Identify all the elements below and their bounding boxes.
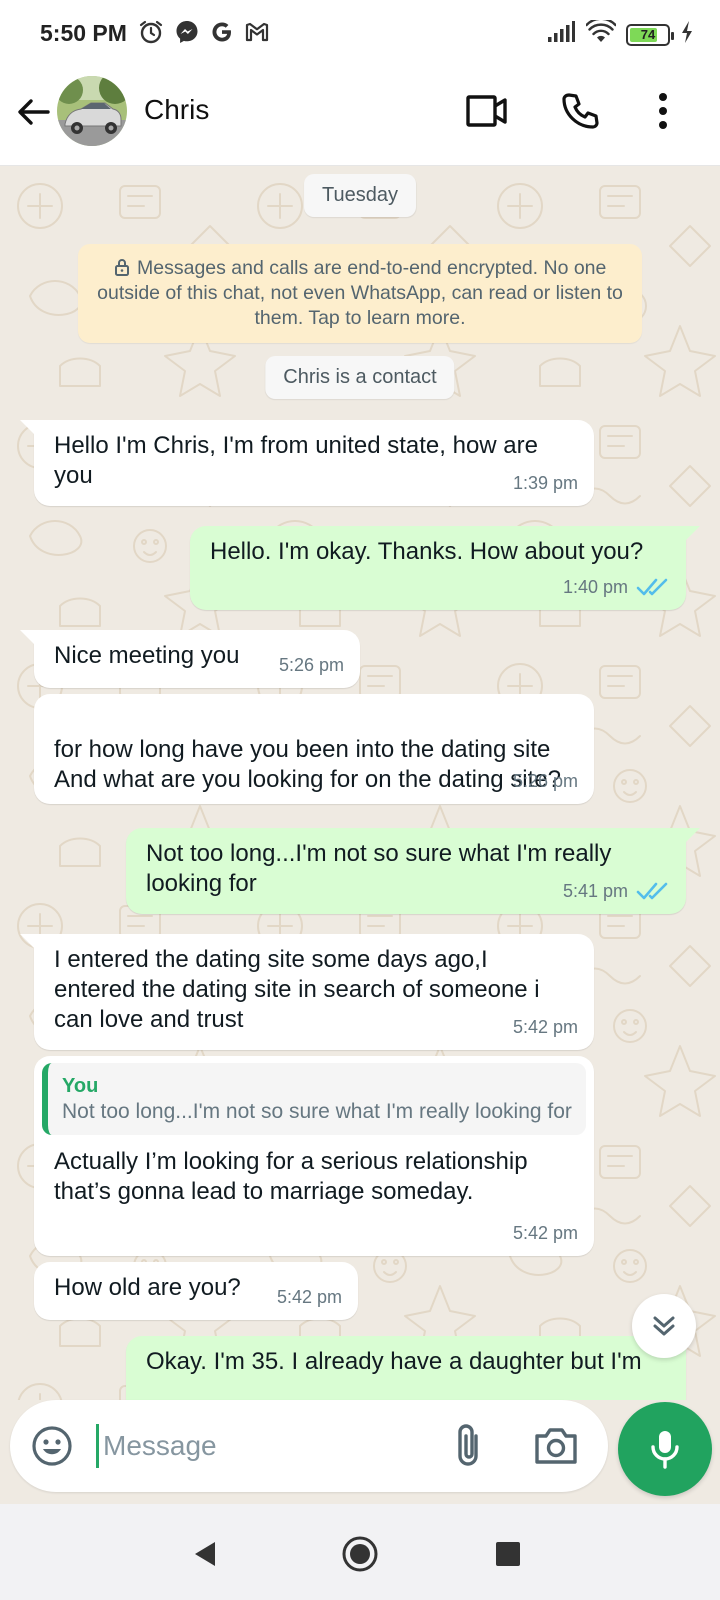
- nav-home-button[interactable]: [338, 1532, 382, 1576]
- message-composer: [10, 1400, 608, 1492]
- messenger-icon: [174, 19, 200, 50]
- charging-icon: [680, 20, 694, 49]
- message-time: 5:26 pm: [512, 771, 578, 791]
- message-time: 5:42 pm: [512, 1017, 578, 1037]
- contact-notice: Chris is a contact: [265, 356, 455, 399]
- message-time: 1:40 pm: [562, 577, 628, 597]
- wifi-icon: [585, 17, 617, 49]
- message-time: 5:42 pm: [512, 1223, 578, 1243]
- battery-icon: 74: [626, 23, 674, 46]
- attach-button[interactable]: [450, 1422, 490, 1475]
- message-bubble-outgoing[interactable]: Hello. I'm okay. Thanks. How about you? …: [190, 526, 700, 610]
- message-time: 5:41 pm: [562, 881, 628, 901]
- message-text: How old are you?: [54, 1274, 241, 1301]
- back-button[interactable]: [14, 92, 54, 132]
- voice-call-button[interactable]: [557, 88, 603, 134]
- read-ticks-icon: [636, 578, 668, 596]
- chat-area[interactable]: Tuesday Messages and calls are end-to-en…: [0, 166, 720, 1400]
- message-text: Nice meeting you: [54, 642, 240, 669]
- message-text: Hello I'm Chris, I'm from united state, …: [54, 432, 538, 489]
- message-time: 5:26 pm: [278, 655, 344, 675]
- voice-message-button[interactable]: [618, 1402, 712, 1496]
- back-arrow-icon: [18, 99, 50, 125]
- battery-level: 74: [640, 27, 656, 42]
- mic-icon: [651, 1431, 679, 1469]
- message-text: I entered the dating site some days ago,…: [54, 946, 540, 1033]
- double-chevron-down-icon: [653, 1316, 675, 1336]
- nav-back-button[interactable]: [184, 1532, 228, 1576]
- lock-icon: [114, 259, 129, 276]
- attach-icon: [458, 1424, 478, 1466]
- message-bubble-outgoing[interactable]: Okay. I'm 35. I already have a daughter …: [126, 1336, 686, 1400]
- message-text: Actually I’m looking for a serious relat…: [54, 1148, 528, 1205]
- nav-recents-button[interactable]: [486, 1532, 530, 1576]
- voice-call-icon: [562, 93, 599, 129]
- status-time: 5:50 PM: [40, 20, 127, 46]
- message-bubble-incoming[interactable]: Nice meeting you 5:26 pm: [20, 630, 360, 688]
- encryption-notice[interactable]: Messages and calls are end-to-end encryp…: [78, 244, 642, 343]
- status-bar: 5:50 PM 74: [0, 0, 720, 70]
- message-bubble-incoming[interactable]: for how long have you been into the dati…: [34, 694, 594, 804]
- message-bubble-incoming[interactable]: Hello I'm Chris, I'm from united state, …: [20, 420, 594, 506]
- nav-home-icon: [342, 1536, 378, 1572]
- google-icon: [210, 20, 234, 49]
- avatar[interactable]: [57, 76, 127, 146]
- alarm-icon: [138, 19, 164, 50]
- input-bar: [0, 1400, 720, 1504]
- contact-name[interactable]: Chris: [144, 94, 209, 126]
- emoji-button[interactable]: [30, 1424, 74, 1473]
- video-call-button[interactable]: [464, 88, 510, 134]
- message-text: Okay. I'm 35. I already have a daughter …: [146, 1348, 642, 1375]
- message-input[interactable]: [96, 1424, 426, 1468]
- camera-button[interactable]: [532, 1422, 580, 1473]
- gmail-icon: [244, 20, 270, 49]
- message-bubble-outgoing[interactable]: Not too long...I'm not so sure what I'm …: [126, 828, 700, 914]
- message-text: for how long have you been into the dati…: [54, 736, 561, 793]
- more-vert-icon: [659, 93, 667, 129]
- system-navigation-bar: [0, 1504, 720, 1600]
- message-text: Hello. I'm okay. Thanks. How about you?: [210, 538, 644, 565]
- nav-back-icon: [195, 1542, 215, 1566]
- message-bubble-incoming[interactable]: How old are you? 5:42 pm: [34, 1262, 358, 1320]
- message-time: 1:39 pm: [512, 473, 578, 493]
- message-bubble-incoming[interactable]: I entered the dating site some days ago,…: [20, 934, 594, 1050]
- camera-icon: [535, 1428, 577, 1464]
- message-time: 5:42 pm: [276, 1287, 342, 1307]
- quote-author: You: [62, 1075, 99, 1097]
- date-label: Tuesday: [304, 174, 416, 217]
- scroll-to-bottom-button[interactable]: [632, 1294, 696, 1358]
- message-bubble-reply[interactable]: You Not too long...I'm not so sure what …: [34, 1056, 594, 1256]
- read-ticks-icon: [636, 882, 668, 900]
- encryption-text: Messages and calls are end-to-end encryp…: [97, 257, 623, 329]
- video-call-icon: [466, 95, 507, 127]
- more-options-button[interactable]: [640, 88, 686, 134]
- nav-recents-icon: [496, 1542, 520, 1566]
- quote-text: Not too long...I'm not so sure what I'm …: [62, 1100, 572, 1123]
- chat-header: Chris: [0, 70, 720, 166]
- message-text: Not too long...I'm not so sure what I'm …: [146, 840, 612, 897]
- signal-icon: [546, 20, 576, 49]
- emoji-icon: [32, 1426, 72, 1466]
- quoted-message[interactable]: You Not too long...I'm not so sure what …: [42, 1063, 586, 1135]
